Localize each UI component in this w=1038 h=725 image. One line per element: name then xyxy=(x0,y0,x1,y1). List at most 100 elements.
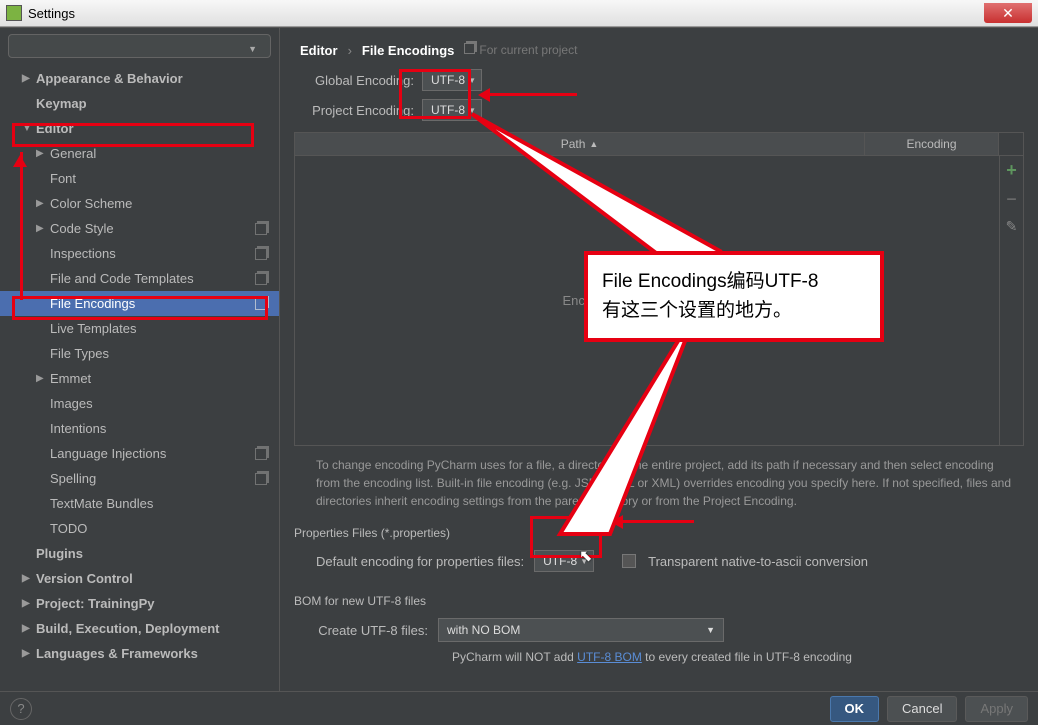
settings-tree: ▶Appearance & Behavior Keymap ▼ Editor ▶ Gene… xyxy=(0,62,279,691)
encoding-hint: To change encoding PyCharm uses for a fi… xyxy=(316,456,1020,510)
settings-sidebar: 🔍 ▼ ▶Appearance & BehaviorKeymap▼Editor▶… xyxy=(0,28,280,691)
breadcrumb-root[interactable]: Editor xyxy=(300,43,338,58)
project-encoding-label: Project Encoding: xyxy=(302,103,414,118)
sidebar-item-file-and-code-templates[interactable]: File and Code Templates xyxy=(0,266,279,291)
sidebar-item-label: Plugins xyxy=(36,546,83,561)
sidebar-item-keymap[interactable]: Keymap xyxy=(0,91,279,116)
global-encoding-dropdown[interactable]: UTF-8 ▼ xyxy=(422,69,482,91)
column-path[interactable]: Path ▲ xyxy=(295,133,865,155)
sidebar-item-label: Keymap xyxy=(36,96,87,111)
project-scope-icon xyxy=(255,248,267,260)
cancel-button[interactable]: Cancel xyxy=(887,696,957,722)
tree-arrow-icon: ▶ xyxy=(22,573,32,584)
project-scope-icon xyxy=(255,473,267,485)
native-to-ascii-label: Transparent native-to-ascii conversion xyxy=(648,554,868,569)
breadcrumb-page: File Encodings xyxy=(362,43,454,58)
sidebar-item-textmate-bundles[interactable]: TextMate Bundles xyxy=(0,491,279,516)
dialog-footer: ? OK Cancel Apply xyxy=(0,691,1038,725)
project-encoding-dropdown[interactable]: UTF-8 ▼ xyxy=(422,99,482,121)
bom-section-title: BOM for new UTF-8 files xyxy=(294,594,1024,608)
breadcrumb: Editor › File Encodings For current proj… xyxy=(294,36,1024,64)
sidebar-item-label: Languages & Frameworks xyxy=(36,646,198,661)
window-title: Settings xyxy=(28,6,75,21)
project-scope-icon xyxy=(255,223,267,235)
project-scope-icon xyxy=(255,273,267,285)
properties-section-title: Properties Files (*.properties) xyxy=(294,526,1024,540)
native-to-ascii-checkbox[interactable] xyxy=(622,554,636,568)
tree-arrow-icon: ▶ xyxy=(22,623,32,634)
sidebar-item-project-trainingpy[interactable]: ▶Project: TrainingPy xyxy=(0,591,279,616)
remove-icon: − xyxy=(1006,189,1017,210)
apply-button[interactable]: Apply xyxy=(965,696,1028,722)
sidebar-item-label: Inspections xyxy=(50,246,116,261)
utf8-bom-link[interactable]: UTF-8 BOM xyxy=(577,650,642,664)
sidebar-item-label: Color Scheme xyxy=(50,196,132,211)
sidebar-item-label: File Types xyxy=(50,346,109,361)
sidebar-item-label: File Encodings xyxy=(50,296,135,311)
ok-button[interactable]: OK xyxy=(830,696,880,722)
tree-arrow-icon: ▶ xyxy=(36,198,46,209)
chevron-down-icon: ▼ xyxy=(468,106,476,115)
sidebar-item-color-scheme[interactable]: ▶ Color Scheme xyxy=(0,191,279,216)
edit-icon: ✎ xyxy=(1006,218,1018,235)
tree-arrow-icon: ▶ xyxy=(22,73,32,84)
sidebar-item-label: TextMate Bundles xyxy=(50,496,153,511)
title-bar: Settings ✕ xyxy=(0,0,1038,27)
tree-arrow-icon: ▶ xyxy=(36,373,46,384)
settings-content: Editor › File Encodings For current proj… xyxy=(280,28,1038,691)
sidebar-item-intentions[interactable]: Intentions xyxy=(0,416,279,441)
add-icon[interactable]: + xyxy=(1006,160,1017,181)
project-scope-icon xyxy=(255,448,267,460)
sidebar-item-code-style[interactable]: ▶Code Style xyxy=(0,216,279,241)
sidebar-item-label: General xyxy=(50,146,96,161)
sidebar-item-emmet[interactable]: ▶Emmet xyxy=(0,366,279,391)
sidebar-item-languages-frameworks[interactable]: ▶ Languages & Frameworks xyxy=(0,641,279,666)
annotation-arrow xyxy=(20,152,23,300)
sidebar-item-images[interactable]: Images xyxy=(0,391,279,416)
sidebar-item-plugins[interactable]: Plugins xyxy=(0,541,279,566)
properties-encoding-value: UTF-8 xyxy=(543,554,577,568)
column-encoding[interactable]: Encoding xyxy=(865,133,999,155)
bom-note: PyCharm will NOT add UTF-8 BOM to every … xyxy=(294,650,1024,664)
sidebar-item-editor[interactable]: ▼ Editor xyxy=(0,116,279,141)
properties-encoding-dropdown[interactable]: UTF-8 ▼ xyxy=(534,550,594,572)
table-empty-text: Encodings are not configured xyxy=(295,156,999,445)
chevron-down-icon: ▼ xyxy=(706,625,715,635)
sidebar-item-build-execution-deployment[interactable]: ▶ Build, Execution, Deployment xyxy=(0,616,279,641)
project-scope-icon xyxy=(255,298,267,310)
sidebar-item-label: Intentions xyxy=(50,421,106,436)
sidebar-item-general[interactable]: ▶ General xyxy=(0,141,279,166)
sidebar-item-font[interactable]: Font xyxy=(0,166,279,191)
help-button[interactable]: ? xyxy=(10,698,32,720)
sidebar-item-label: Version Control xyxy=(36,571,133,586)
sidebar-item-file-encodings[interactable]: File Encodings xyxy=(0,291,279,316)
chevron-down-icon: ▼ xyxy=(580,557,588,566)
sidebar-item-todo[interactable]: TODO xyxy=(0,516,279,541)
bom-label: Create UTF-8 files: xyxy=(316,623,428,638)
sidebar-item-version-control[interactable]: ▶ Version Control xyxy=(0,566,279,591)
sidebar-item-label: Editor xyxy=(36,121,74,136)
sidebar-item-inspections[interactable]: Inspections xyxy=(0,241,279,266)
sidebar-item-label: File and Code Templates xyxy=(50,271,194,286)
tree-arrow-icon: ▶ xyxy=(36,148,46,159)
chevron-down-icon[interactable]: ▼ xyxy=(248,44,257,54)
sidebar-item-file-types[interactable]: File Types xyxy=(0,341,279,366)
global-encoding-label: Global Encoding: xyxy=(302,73,414,88)
sidebar-item-spelling[interactable]: Spelling xyxy=(0,466,279,491)
breadcrumb-tag: For current project xyxy=(479,43,577,57)
sidebar-item-live-templates[interactable]: Live Templates xyxy=(0,316,279,341)
sidebar-item-language-injections[interactable]: Language Injections xyxy=(0,441,279,466)
search-input[interactable] xyxy=(8,34,271,58)
encoding-table-header: Path ▲ Encoding xyxy=(294,132,1024,156)
bom-dropdown[interactable]: with NO BOM ▼ xyxy=(438,618,724,642)
sidebar-item-label: Images xyxy=(50,396,93,411)
tree-arrow-icon: ▶ xyxy=(22,648,32,659)
annotation-arrow-head xyxy=(13,148,27,167)
sidebar-item-label: TODO xyxy=(50,521,87,536)
sidebar-item-appearance-behavior[interactable]: ▶Appearance & Behavior xyxy=(0,66,279,91)
project-scope-icon xyxy=(464,43,475,54)
tree-arrow-icon: ▼ xyxy=(22,123,32,134)
sidebar-item-label: Build, Execution, Deployment xyxy=(36,621,219,636)
window-close-button[interactable]: ✕ xyxy=(984,3,1032,23)
chevron-down-icon: ▼ xyxy=(468,76,476,85)
